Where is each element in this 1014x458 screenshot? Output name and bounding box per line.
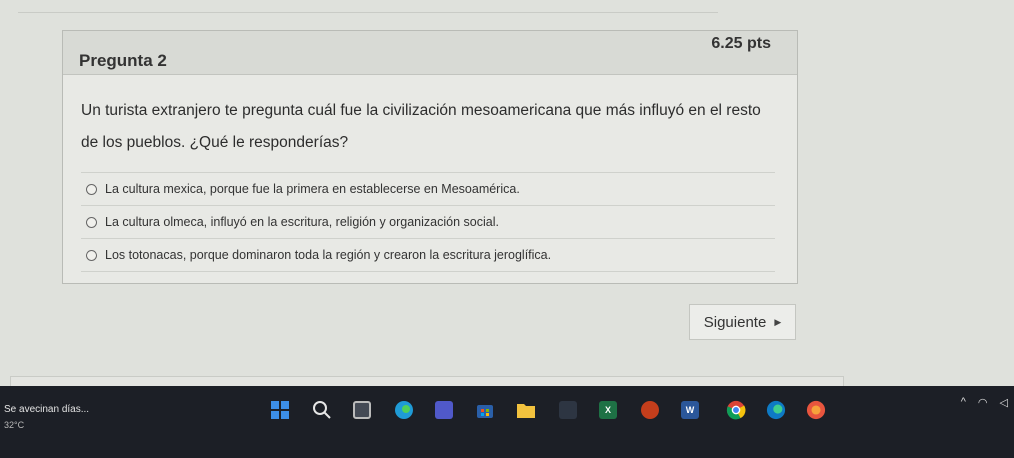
- answer-option[interactable]: Los totonacas, porque dominaron toda la …: [81, 238, 775, 272]
- answer-option[interactable]: La cultura mexica, porque fue la primera…: [81, 172, 775, 205]
- volume-icon[interactable]: ◁: [1000, 396, 1008, 409]
- answer-option-label: Los totonacas, porque dominaron toda la …: [105, 248, 552, 262]
- question-header: Pregunta 2 6.25 pts: [63, 31, 797, 75]
- task-view-icon[interactable]: [352, 400, 372, 420]
- weather-title: Se avecinan días...: [4, 404, 90, 415]
- play-arrow-icon: ▶: [774, 316, 782, 327]
- wifi-icon[interactable]: ◠: [978, 396, 988, 409]
- answer-option[interactable]: La cultura olmeca, influyó en la escritu…: [81, 205, 775, 238]
- store-icon[interactable]: [475, 400, 495, 420]
- app-icon[interactable]: [558, 400, 578, 420]
- windows-start-icon[interactable]: [270, 400, 290, 420]
- radio-button[interactable]: [86, 249, 97, 261]
- top-divider: [18, 12, 718, 13]
- next-button[interactable]: Siguiente ▶: [689, 304, 796, 340]
- answer-option-label: La cultura mexica, porque fue la primera…: [105, 182, 520, 196]
- answer-option-label: La cultura olmeca, influyó en la escritu…: [105, 215, 499, 229]
- question-title: Pregunta 2: [79, 51, 167, 70]
- word-icon[interactable]: W: [680, 400, 700, 420]
- question-text: Un turista extranjero te pregunta cuál f…: [81, 102, 761, 151]
- office-icon[interactable]: [806, 400, 826, 420]
- radio-button[interactable]: [86, 183, 97, 195]
- taskbar: Se avecinan días... 32°C X W ^ ◠ ◁: [0, 386, 1014, 458]
- answer-options: La cultura mexica, porque fue la primera…: [81, 172, 775, 272]
- edge-browser-icon[interactable]: [766, 400, 786, 420]
- file-explorer-icon[interactable]: [516, 400, 536, 420]
- search-icon[interactable]: [312, 400, 332, 420]
- teams-icon[interactable]: [434, 400, 454, 420]
- weather-temperature: 32°C: [4, 420, 25, 430]
- edge-icon[interactable]: [394, 400, 414, 420]
- question-points: 6.25 pts: [711, 35, 771, 52]
- system-tray: ^ ◠ ◁: [961, 396, 1008, 409]
- question-card: Pregunta 2 6.25 pts Un turista extranjer…: [62, 30, 798, 284]
- chrome-icon[interactable]: [726, 400, 746, 420]
- next-button-label: Siguiente: [703, 313, 767, 331]
- excel-icon[interactable]: X: [598, 400, 618, 420]
- radio-button[interactable]: [86, 216, 97, 228]
- powerpoint-icon[interactable]: [640, 400, 660, 420]
- chevron-up-icon[interactable]: ^: [961, 396, 966, 409]
